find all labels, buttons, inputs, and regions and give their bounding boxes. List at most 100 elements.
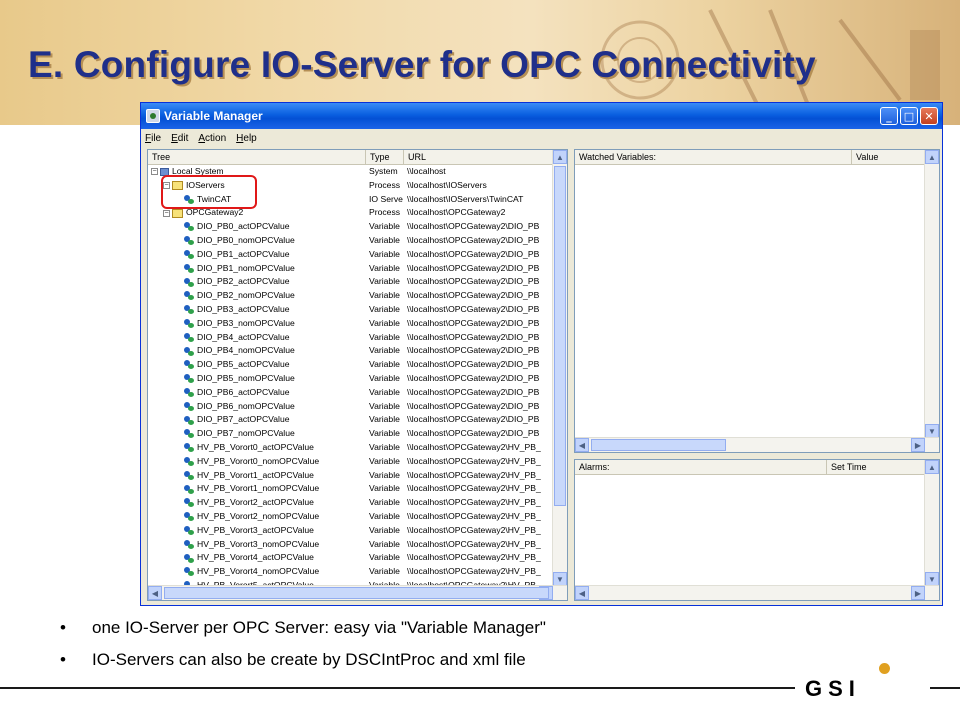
slide-bullets: • one IO-Server per OPC Server: easy via … <box>60 618 546 682</box>
tree-row[interactable]: HV_PB_Vorort0_actOPCValue Variable \\local… <box>148 441 567 455</box>
collapse-toggle-icon[interactable]: − <box>163 209 170 217</box>
tree-row[interactable]: HV_PB_Vorort3_actOPCValue Variable \\local… <box>148 524 567 538</box>
tree-cell-name: HV_PB_Vorort0_nomOPCValue <box>148 455 366 469</box>
tree-row[interactable]: DIO_PB6_nomOPCValue Variable \\localhost\O… <box>148 400 567 414</box>
tree-cell-type: Variable <box>369 345 400 356</box>
close-button[interactable]: ✕ <box>920 107 938 125</box>
scroll-right-arrow-icon[interactable]: ▶ <box>911 438 925 452</box>
tree-row[interactable]: DIO_PB6_actOPCValue Variable \\localhost\O… <box>148 386 567 400</box>
tree-row[interactable]: DIO_PB1_nomOPCValue Variable \\localhost\O… <box>148 262 567 276</box>
scroll-down-arrow-icon[interactable]: ▼ <box>553 572 567 586</box>
tree-row[interactable]: DIO_PB0_nomOPCValue Variable \\localhost\O… <box>148 234 567 248</box>
tree-row[interactable]: HV_PB_Vorort2_nomOPCValue Variable \\local… <box>148 510 567 524</box>
tree-horizontal-scrollbar[interactable]: ◀ ▶ <box>148 585 567 600</box>
scroll-up-arrow-icon[interactable]: ▲ <box>553 150 567 164</box>
app-icon <box>146 109 160 123</box>
tree-cell-type: Variable <box>369 317 400 328</box>
menu-help[interactable]: Help <box>236 133 257 144</box>
tree-item-label: HV_PB_Vorort2_actOPCValue <box>197 497 314 508</box>
tree-cell-type: Variable <box>369 372 400 383</box>
collapse-toggle-icon[interactable]: − <box>151 168 158 176</box>
column-header-type[interactable]: Type <box>366 150 404 164</box>
tree-cell-type: Variable <box>369 538 400 549</box>
maximize-button[interactable]: □ <box>900 107 918 125</box>
gsi-logo-text: GSI <box>805 676 861 701</box>
column-header-set-time[interactable]: Set Time <box>827 460 927 474</box>
tree-row[interactable]: DIO_PB7_nomOPCValue Variable \\localhost\O… <box>148 427 567 441</box>
scroll-left-arrow-icon[interactable]: ◀ <box>575 586 589 600</box>
watched-horizontal-scrollbar[interactable]: ◀ ▶ <box>575 437 939 452</box>
tree-cell-name: DIO_PB0_actOPCValue <box>148 220 366 234</box>
variable-icon <box>184 277 194 287</box>
tree-row[interactable]: HV_PB_Vorort4_actOPCValue Variable \\local… <box>148 551 567 565</box>
tree-cell-url: \\localhost\OPCGateway2\DIO_PB <box>407 290 540 301</box>
column-header-watched-variables[interactable]: Watched Variables: <box>575 150 852 164</box>
menu-bar: File Edit Action Help <box>141 129 942 147</box>
scroll-up-arrow-icon[interactable]: ▲ <box>925 460 939 474</box>
tree-cell-name: HV_PB_Vorort3_nomOPCValue <box>148 538 366 552</box>
tree-row[interactable]: DIO_PB4_actOPCValue Variable \\localhost\O… <box>148 331 567 345</box>
tree-cell-type: Variable <box>369 552 400 563</box>
variable-icon <box>184 374 194 384</box>
tree-row[interactable]: HV_PB_Vorort0_nomOPCValue Variable \\local… <box>148 455 567 469</box>
variable-icon <box>184 553 194 563</box>
scroll-down-arrow-icon[interactable]: ▼ <box>925 424 939 438</box>
tree-row[interactable]: DIO_PB2_actOPCValue Variable \\localhost\O… <box>148 275 567 289</box>
variable-icon <box>184 332 194 342</box>
tree-vertical-scrollbar[interactable]: ▲ ▼ <box>552 150 567 586</box>
tree-cell-url: \\localhost\IOServers\TwinCAT <box>407 193 524 204</box>
tree-cell-type: Variable <box>369 248 400 259</box>
variable-icon <box>184 456 194 466</box>
bullet-item: • IO-Servers can also be create by DSCInt… <box>60 650 546 670</box>
tree-row[interactable]: HV_PB_Vorort4_nomOPCValue Variable \\local… <box>148 565 567 579</box>
tree-scroll-thumb[interactable] <box>554 166 566 506</box>
tree-row[interactable]: DIO_PB3_actOPCValue Variable \\localhost\O… <box>148 303 567 317</box>
tree-cell-url: \\localhost\OPCGateway2\HV_PB_ <box>407 441 541 452</box>
tree-row[interactable]: DIO_PB4_nomOPCValue Variable \\localhost\O… <box>148 344 567 358</box>
tree-hscroll-thumb[interactable] <box>164 587 549 599</box>
watched-hscroll-thumb[interactable] <box>591 439 726 451</box>
menu-file[interactable]: File <box>145 133 161 144</box>
column-header-tree[interactable]: Tree <box>148 150 366 164</box>
tree-row[interactable]: DIO_PB2_nomOPCValue Variable \\localhost\O… <box>148 289 567 303</box>
alarms-horizontal-scrollbar[interactable]: ◀ ▶ <box>575 585 939 600</box>
tree-row[interactable]: DIO_PB5_nomOPCValue Variable \\localhost\O… <box>148 372 567 386</box>
menu-action[interactable]: Action <box>198 133 226 144</box>
tree-cell-name: DIO_PB3_nomOPCValue <box>148 317 366 331</box>
column-header-alarms[interactable]: Alarms: <box>575 460 827 474</box>
tree-row[interactable]: HV_PB_Vorort1_actOPCValue Variable \\local… <box>148 469 567 483</box>
tree-cell-type: Variable <box>369 303 400 314</box>
tree-cell-type: Variable <box>369 400 400 411</box>
tree-row[interactable]: DIO_PB3_nomOPCValue Variable \\localhost\O… <box>148 317 567 331</box>
tree-item-label: DIO_PB7_nomOPCValue <box>197 428 295 439</box>
alarms-vertical-scrollbar[interactable]: ▲ ▼ <box>924 460 939 586</box>
tree-cell-url: \\localhost\OPCGateway2\DIO_PB <box>407 400 540 411</box>
menu-edit[interactable]: Edit <box>171 133 188 144</box>
tree-cell-url: \\localhost\OPCGateway2\HV_PB_ <box>407 497 541 508</box>
scroll-left-arrow-icon[interactable]: ◀ <box>575 438 589 452</box>
tree-item-label: HV_PB_Vorort0_actOPCValue <box>197 441 314 452</box>
tree-cell-url: \\localhost\OPCGateway2\HV_PB_ <box>407 455 541 466</box>
tree-cell-name: DIO_PB4_nomOPCValue <box>148 344 366 358</box>
tree-row[interactable]: DIO_PB0_actOPCValue Variable \\localhost\O… <box>148 220 567 234</box>
window-titlebar[interactable]: Variable Manager _ □ ✕ <box>141 103 942 129</box>
tree-cell-url: \\localhost\OPCGateway2\DIO_PB <box>407 303 540 314</box>
column-header-value[interactable]: Value <box>852 150 927 164</box>
tree-row[interactable]: DIO_PB5_actOPCValue Variable \\localhost\O… <box>148 358 567 372</box>
tree-item-label: DIO_PB0_actOPCValue <box>197 221 290 232</box>
tree-row[interactable]: HV_PB_Vorort3_nomOPCValue Variable \\local… <box>148 538 567 552</box>
scroll-up-arrow-icon[interactable]: ▲ <box>925 150 939 164</box>
tree-cell-type: Variable <box>369 441 400 452</box>
scroll-right-arrow-icon[interactable]: ▶ <box>911 586 925 600</box>
variable-icon <box>184 346 194 356</box>
tree-cell-url: \\localhost\OPCGateway2\HV_PB_ <box>407 510 541 521</box>
scroll-down-arrow-icon[interactable]: ▼ <box>925 572 939 586</box>
watched-vertical-scrollbar[interactable]: ▲ ▼ <box>924 150 939 438</box>
tree-row[interactable]: DIO_PB1_actOPCValue Variable \\localhost\O… <box>148 248 567 262</box>
tree-row[interactable]: HV_PB_Vorort1_nomOPCValue Variable \\local… <box>148 482 567 496</box>
minimize-button[interactable]: _ <box>880 107 898 125</box>
tree-row[interactable]: HV_PB_Vorort2_actOPCValue Variable \\local… <box>148 496 567 510</box>
column-header-url[interactable]: URL <box>404 150 554 164</box>
scroll-left-arrow-icon[interactable]: ◀ <box>148 586 162 600</box>
tree-row[interactable]: DIO_PB7_actOPCValue Variable \\localhost\O… <box>148 413 567 427</box>
